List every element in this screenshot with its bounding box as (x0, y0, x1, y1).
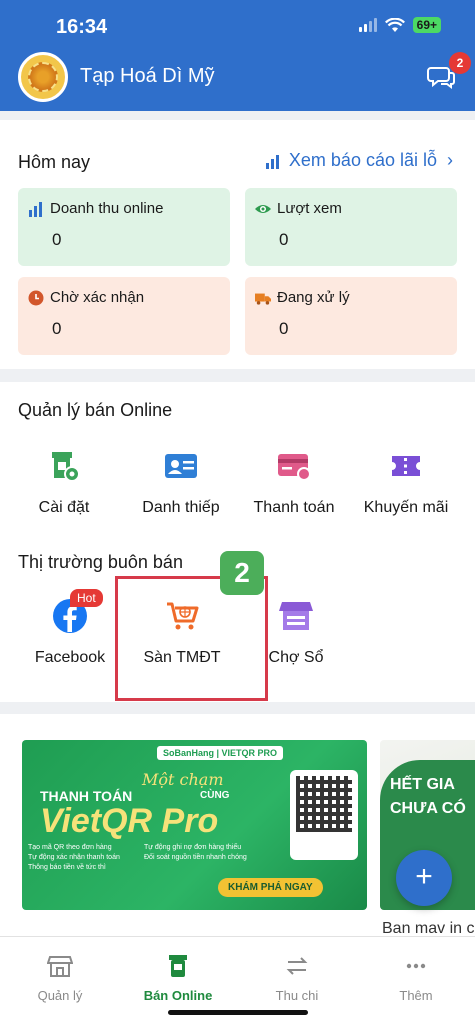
nav-more[interactable]: Thêm (366, 953, 466, 1003)
plus-icon: + (415, 860, 433, 893)
tool-label: Thanh toán (253, 499, 335, 516)
banner-feature: Thông báo tiền về tức thì (28, 864, 106, 871)
stat-label: Doanh thu online (50, 200, 164, 217)
clock-icon (28, 290, 44, 306)
tool-payment[interactable]: Thanh toán (238, 448, 350, 517)
delivery-truck-icon (255, 293, 271, 305)
add-button[interactable]: + (396, 850, 452, 906)
store-icon (46, 956, 74, 977)
app-header: 16:34 69+ Tạp Hoá Dì Mỹ 2 (0, 0, 475, 111)
report-link-label: Xem báo cáo lãi lỗ (288, 150, 437, 170)
voucher-icon (392, 456, 420, 476)
tool-label: Danh thiếp (142, 499, 220, 516)
nav-label: Thêm (399, 988, 433, 1003)
banner-feature: Tạo mã QR theo đơn hàng (28, 844, 112, 851)
tool-business-card[interactable]: Danh thiếp (125, 448, 237, 517)
status-time: 16:34 (56, 16, 108, 38)
chevron-right-icon: › (447, 150, 453, 170)
nav-label: Bán Online (143, 988, 213, 1003)
online-store-icon (169, 955, 187, 977)
online-management-title: Quản lý bán Online (18, 400, 173, 420)
step-badge: 2 (220, 551, 264, 595)
nav-cashflow[interactable]: Thu chi (247, 953, 347, 1003)
nav-label: Quản lý (37, 988, 83, 1003)
stat-label: Chờ xác nhận (50, 289, 145, 306)
battery-indicator: 69+ (412, 17, 441, 33)
stat-label: Đang xử lý (277, 289, 350, 306)
business-card-icon (165, 454, 197, 478)
market-stall-icon (279, 602, 313, 630)
stat-pending[interactable]: Chờ xác nhận 0 (18, 277, 230, 355)
status-icons: 69+ (358, 17, 441, 33)
banner-brand: VietQR Pro (40, 802, 219, 840)
stat-processing[interactable]: Đang xử lý 0 (245, 277, 457, 355)
vietqr-banner[interactable]: SoBanHang | VIETQR PRO Một chạm THANH TO… (22, 740, 367, 910)
today-card: Hôm nay Xem báo cáo lãi lỗ › Doanh thu o… (0, 120, 475, 369)
stat-value: 0 (52, 319, 62, 338)
eye-icon (255, 205, 271, 213)
home-indicator (168, 1010, 308, 1015)
banner-cung: CÙNG (200, 790, 230, 801)
wifi-icon (384, 17, 405, 32)
stat-value: 0 (279, 319, 289, 338)
stat-value: 0 (52, 230, 62, 249)
chat-badge: 2 (449, 52, 471, 74)
stat-label: Lượt xem (277, 200, 342, 217)
signal-icon (358, 18, 377, 32)
marketplace-title: Thị trường buôn bán (18, 552, 183, 572)
banner-feature: Tự động xác nhận thanh toán (28, 854, 120, 861)
banner-feature: Đối soát nguồn tiền nhanh chóng (144, 854, 247, 861)
tool-label: Cài đặt (38, 499, 90, 516)
banner-header: SoBanHang | VIETQR PRO (157, 746, 284, 760)
today-title: Hôm nay (18, 152, 91, 172)
shop-avatar[interactable] (18, 52, 68, 102)
stat-value: 0 (279, 230, 289, 249)
qr-code-icon (290, 770, 358, 860)
bar-chart-icon (29, 202, 42, 217)
shop-name[interactable]: Tạp Hoá Dì Mỹ (80, 65, 214, 88)
report-chart-icon (265, 154, 279, 169)
payment-card-icon (278, 454, 311, 481)
transfer-icon (286, 957, 308, 975)
banner2-line2: CHƯA CÓ (390, 800, 466, 817)
report-link[interactable]: Xem báo cáo lãi lỗ › (265, 150, 453, 171)
stat-views[interactable]: Lượt xem 0 (245, 188, 457, 266)
stat-online-revenue[interactable]: Doanh thu online 0 (18, 188, 230, 266)
market-facebook[interactable]: Facebook (14, 598, 126, 667)
store-settings-icon (52, 452, 80, 482)
nav-manage[interactable]: Quản lý (10, 953, 110, 1003)
more-icon (406, 963, 426, 969)
banner-cta-button[interactable]: KHÁM PHÁ NGAY (218, 878, 323, 897)
tool-label: Khuyến mãi (363, 499, 449, 516)
hot-badge: Hot (70, 589, 103, 607)
tool-promotion[interactable]: Khuyến mãi (350, 448, 462, 517)
nav-online-sales[interactable]: Bán Online (128, 953, 228, 1003)
banner2-line1: HẾT GIA (390, 776, 455, 793)
tool-label: Facebook (34, 649, 106, 666)
banner-script: Một chạm (142, 770, 224, 789)
nav-label: Thu chi (275, 988, 319, 1003)
tool-settings[interactable]: Cài đặt (8, 448, 120, 517)
banner-feature: Tự động ghi nợ đơn hàng thiếu (144, 844, 242, 851)
